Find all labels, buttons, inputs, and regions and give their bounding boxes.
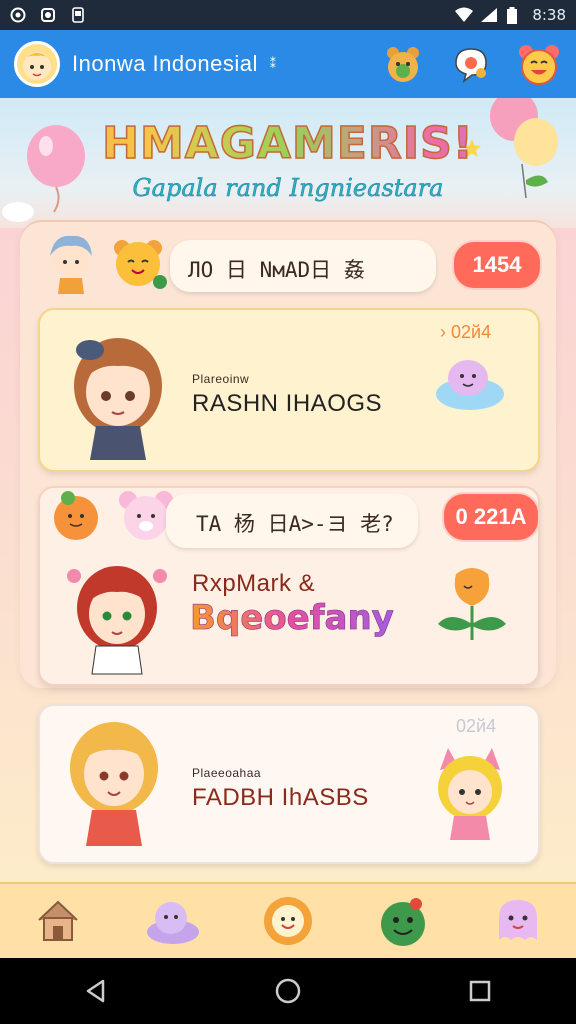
sim-card-icon — [70, 7, 86, 23]
home-circle-icon — [275, 978, 301, 1004]
bottom-tab-bar — [0, 882, 576, 958]
ghost-icon — [499, 900, 538, 940]
card-2-prompt: ТА 杨 日А>-ヨ 老? — [196, 512, 394, 536]
recents-button[interactable] — [460, 971, 500, 1011]
system-nav-bar — [0, 958, 576, 1024]
signal-icon — [480, 7, 498, 23]
bear-cub-icon — [114, 240, 167, 289]
player-card-3[interactable]: 02й4 Plaeeoahaa FADBH IhASBS — [38, 704, 540, 864]
sync-icon — [40, 7, 56, 23]
card-2-highlight: Bqeoefany — [190, 598, 394, 639]
blonde-girl-icon — [70, 722, 158, 846]
chat-bubble-button[interactable] — [448, 41, 494, 87]
back-triangle-icon — [86, 979, 105, 1003]
score-badge[interactable]: 1454 — [452, 240, 542, 290]
title-dropdown-icon[interactable]: ⁑ — [270, 57, 276, 71]
card-1-score: › 02й4 — [440, 322, 492, 342]
cat-ear-girl-icon — [438, 748, 502, 840]
wifi-icon — [454, 7, 474, 23]
recents-square-icon — [469, 980, 491, 1002]
player-card-2[interactable]: ТА 杨 日А>-ヨ 老? 0 221A RxpMark & Bqeoefany — [38, 486, 540, 686]
home-button[interactable] — [268, 971, 308, 1011]
slime-tab[interactable] — [143, 891, 203, 951]
profile-avatar[interactable] — [14, 41, 60, 87]
prompt-pill[interactable]: ТА 杨 日А>-ヨ 老? — [166, 494, 418, 548]
card-2-badge[interactable]: 0 221A — [442, 492, 540, 542]
player-name-label: ЛО 日 NмAD日 姦 — [188, 258, 365, 282]
orange-critter-icon — [54, 491, 98, 540]
home-tab[interactable] — [28, 891, 88, 951]
app-title: Inonwa Indonesial — [72, 51, 258, 76]
card-2-title: RxpMark & — [192, 570, 316, 597]
player-name-pill[interactable]: ЛО 日 NмAD日 姦 — [170, 240, 436, 292]
face-coin-icon — [263, 897, 312, 945]
slime-icon — [146, 902, 199, 944]
status-bar: 8:38 — [0, 0, 576, 30]
record-icon — [10, 7, 26, 23]
brown-hair-girl-icon — [74, 338, 162, 460]
battery-icon — [506, 7, 522, 24]
cloud-mascot-icon — [436, 360, 504, 410]
home-icon — [37, 900, 78, 941]
back-button[interactable] — [76, 971, 116, 1011]
boy-chibi-icon — [50, 235, 92, 294]
hero-subtitle: Gapala rand Ingnieastara — [132, 174, 444, 203]
hero-title: HMAGAMERIS! — [0, 117, 576, 170]
smiling-bear-button[interactable] — [516, 41, 562, 87]
card-1-caption: Plareoinw — [192, 372, 250, 386]
player-card-1[interactable]: › 02й4 Plareoinw RASНN IHAOGS — [38, 308, 540, 472]
ghost-tab[interactable] — [488, 891, 548, 951]
card-3-caption: Plaeeoahaa — [192, 766, 262, 780]
frog-tab[interactable] — [373, 891, 433, 951]
bear-mascot-button[interactable] — [380, 41, 426, 87]
red-hair-girl-icon — [67, 566, 167, 675]
coin-tab[interactable] — [258, 891, 318, 951]
card-1-title: RASНN IHAOGS — [192, 390, 383, 417]
card-3-title: FADBH IhASBS — [192, 784, 369, 811]
card-3-score: 02й4 — [456, 716, 497, 736]
tulip-flower-icon — [438, 568, 506, 640]
frog-icon — [381, 898, 426, 946]
app-bar: Inonwa Indonesial ⁑ — [0, 30, 576, 98]
clock: 8:38 — [532, 6, 566, 24]
hero-banner: HMAGAMERIS! Gapala rand Ingnieastara — [0, 98, 576, 228]
